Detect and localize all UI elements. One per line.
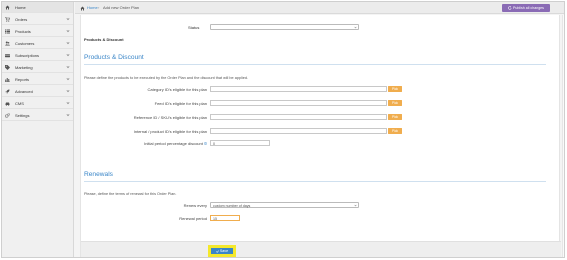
chevron-down-icon [353,204,357,207]
renew-every-select[interactable]: custom number of days [210,202,359,208]
renewals-intro-text: Please, define the terms of renewal for … [84,192,177,196]
home-icon[interactable] [80,6,85,11]
discount-label: Initial period percentage discount [144,141,203,146]
renewal-period-input[interactable]: 15 [210,215,240,221]
sidebar-item-home[interactable]: Home [2,2,73,13]
sidebar-item-label: Subscriptions [15,52,40,58]
reference-ids-label: Reference ID / SKU's eligible for this p… [133,115,207,120]
main-content: Status Products & Discount Products & Di… [75,15,564,257]
discount-input[interactable]: 0 [210,140,270,146]
sidebar-item-cms[interactable]: CMS [2,98,73,109]
bar-chart-icon [5,77,10,82]
rocket-icon [5,89,10,94]
sub-heading: Products & Discount [84,37,124,42]
sidebar-item-label: Products [15,28,31,34]
form-footer: Save [81,241,561,257]
sidebar: Home Orders Products Customers Subscript… [2,2,74,257]
top-bar: Home › Add new Order Plan Publish all ch… [75,2,564,14]
save-button[interactable]: Save [211,248,233,254]
internal-ids-label: Internal / product ID's eligible for thi… [133,129,207,134]
sidebar-item-customers[interactable]: Customers [2,38,73,49]
card-icon [5,53,10,58]
sidebar-item-marketing[interactable]: Marketing [2,62,73,73]
list-icon [5,29,10,34]
sidebar-item-label: Orders [15,16,28,22]
renew-every-label: Renew every [183,203,207,208]
sidebar-item-label: Settings [15,112,30,118]
sidebar-item-reports[interactable]: Reports [2,74,73,85]
feed-ids-input[interactable] [210,100,387,106]
check-icon [215,249,219,253]
chevron-down-icon [66,30,70,33]
chevron-down-icon [66,114,70,117]
refresh-icon [508,6,512,10]
renewals-section-title: Renewals [84,171,113,178]
car-icon [5,101,10,106]
users-icon [5,41,10,46]
sidebar-item-advanced[interactable]: Advanced [2,86,73,97]
sidebar-item-label: Marketing [15,64,33,70]
home-icon [5,5,10,10]
breadcrumb-home-link[interactable]: Home [87,6,98,10]
discount-row: Initial period percentage discount [84,141,207,146]
reference-ids-input[interactable] [210,114,387,120]
cart-icon [5,16,10,22]
section-divider [84,64,546,65]
app-window: Home Orders Products Customers Subscript… [1,1,565,258]
publish-label: Publish all changes [513,6,544,10]
status-select[interactable] [210,24,359,30]
main-scrollbar[interactable] [562,15,564,257]
save-highlight: Save [208,245,236,257]
sidebar-item-label: Reports [15,76,30,82]
sidebar-item-label: Advanced [15,88,33,94]
sidebar-item-label: Customers [15,40,35,46]
internal-ids-input[interactable] [210,128,387,134]
chevron-down-icon [353,26,357,29]
sidebar-item-subscriptions[interactable]: Subscriptions [2,50,73,61]
chevron-down-icon [66,54,70,57]
section-divider [84,181,546,182]
category-ids-input[interactable] [210,86,387,92]
sidebar-item-label: Home [15,4,26,10]
chevron-down-icon [66,78,70,81]
renewal-period-label: Renewal period [179,216,207,221]
chevron-down-icon [66,90,70,93]
tag-icon [5,64,10,70]
sidebar-item-products[interactable]: Products [2,26,73,37]
info-icon [204,142,207,146]
products-section-title: Products & Discount [84,54,144,61]
chevron-down-icon [66,18,70,21]
products-intro-text: Please define the products to be execute… [84,76,249,80]
category-ids-label: Category ID's eligible for this plan [147,87,207,92]
reference-pick-button[interactable]: Pick [388,114,402,120]
category-pick-button[interactable]: Pick [388,86,402,92]
chevron-down-icon [66,102,70,105]
status-label: Status [188,25,200,30]
breadcrumb-current: Add new Order Plan [103,5,140,10]
chevron-down-icon [66,66,70,69]
form-card: Status Products & Discount Products & Di… [80,15,561,257]
gears-icon [5,112,10,118]
sidebar-item-orders[interactable]: Orders [2,14,73,25]
save-label: Save [219,249,229,253]
breadcrumb-separator: › [98,5,100,10]
chevron-down-icon [66,42,70,45]
sidebar-item-label: CMS [15,100,24,106]
feed-pick-button[interactable]: Pick [388,100,402,106]
feed-ids-label: Feed ID's eligible for this plan [154,101,207,106]
sidebar-item-settings[interactable]: Settings [2,110,73,121]
publish-all-changes-button[interactable]: Publish all changes [502,4,550,12]
internal-pick-button[interactable]: Pick [388,128,402,134]
